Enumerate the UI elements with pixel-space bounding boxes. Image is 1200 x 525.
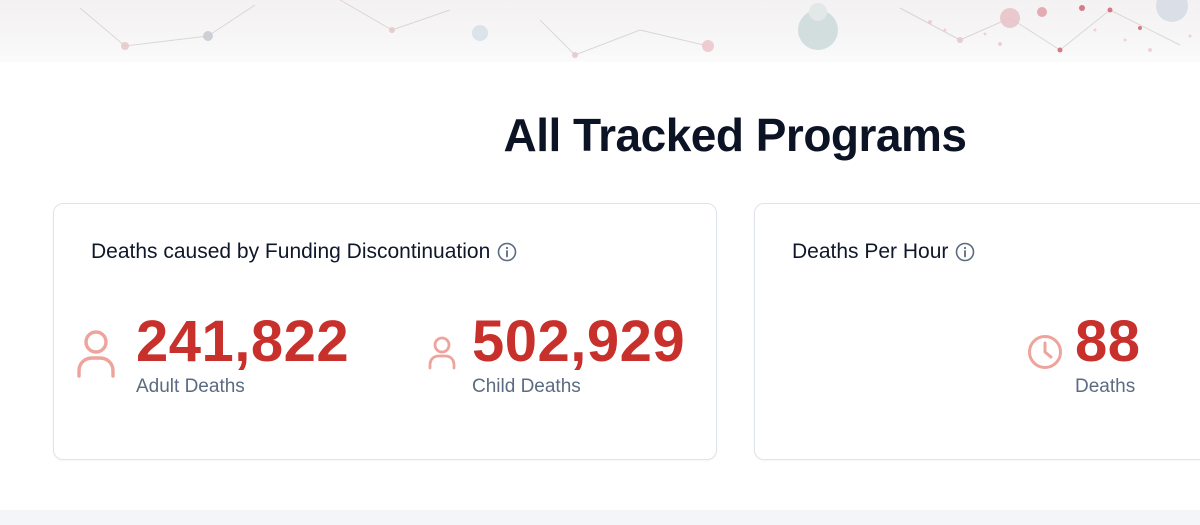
section-divider	[0, 510, 1200, 525]
clock-icon	[1027, 334, 1063, 370]
deaths-per-hour-label: Deaths	[1075, 376, 1136, 397]
deaths-per-hour-value: 88	[1075, 309, 1141, 374]
child-deaths-label: Child Deaths	[472, 376, 581, 397]
funding-card-title-text: Deaths caused by Funding Discontinuation	[91, 240, 491, 263]
child-deaths-value: 502,929	[472, 309, 686, 374]
page-title: All Tracked Programs	[503, 109, 967, 161]
funding-card-title: Deaths caused by Funding Discontinuation	[91, 240, 517, 264]
hero-banner	[0, 0, 1200, 62]
hour-card-title-text: Deaths Per Hour	[792, 240, 949, 263]
hour-card-title: Deaths Per Hour	[792, 240, 975, 264]
info-icon[interactable]	[955, 242, 975, 262]
info-icon[interactable]	[497, 242, 517, 262]
child-person-icon	[428, 336, 456, 370]
adult-deaths-label: Adult Deaths	[136, 376, 245, 397]
molecule-network-illustration	[79, 0, 1192, 58]
adult-person-icon	[76, 329, 116, 379]
adult-deaths-value: 241,822	[136, 309, 350, 374]
